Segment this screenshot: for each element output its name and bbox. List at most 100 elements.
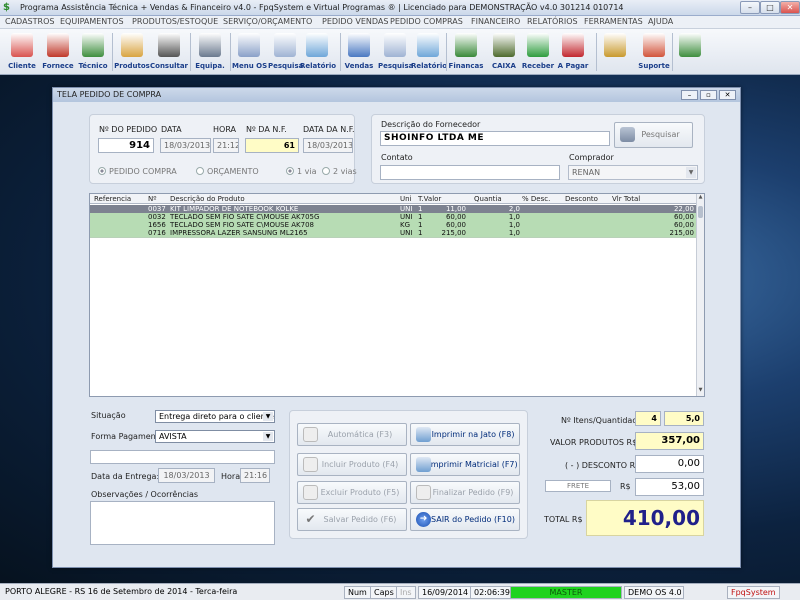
menu-equipamentos[interactable]: EQUIPAMENTOS <box>60 17 124 26</box>
client-person-icon <box>11 33 33 57</box>
toolbar-button-relat-rio[interactable]: Relatório <box>300 31 336 73</box>
col-desconto[interactable]: Desconto <box>565 195 598 203</box>
add-product-button[interactable]: Incluir Produto (F4) <box>297 453 407 476</box>
menu-ferramentas[interactable]: FERRAMENTAS <box>584 17 643 26</box>
toolbar-button-fornece[interactable]: Fornece <box>40 31 76 73</box>
observations-textarea[interactable] <box>90 501 275 545</box>
menu-relatorios[interactable]: RELATÓRIOS <box>527 17 578 26</box>
payment-method-label: Forma Pagamento <box>91 432 164 441</box>
toolbar-button-exit-door[interactable] <box>674 31 706 73</box>
toolbar-label: Vendas <box>344 62 374 70</box>
finish-order-label: Finalizar Pedido (F9) <box>432 488 514 497</box>
radio-pedido-compra[interactable]: PEDIDO COMPRA <box>98 167 177 176</box>
date-label: DATA <box>161 125 182 134</box>
remove-product-icon <box>303 485 318 500</box>
menu-servico-orcamento[interactable]: SERVIÇO/ORÇAMENTO <box>223 17 312 26</box>
cell-desc: IMPRESSORA LAZER SANSUNG ML2165 <box>170 229 308 237</box>
toolbar-label: Financas <box>448 62 484 70</box>
toolbar-button-pesquisa[interactable]: Pesquisa <box>268 31 303 73</box>
window-minimize-button[interactable]: – <box>681 90 698 100</box>
col-quantia[interactable]: Quantia <box>474 195 502 203</box>
close-button[interactable]: ✕ <box>780 1 800 14</box>
window-close-button[interactable]: ✕ <box>719 90 736 100</box>
exit-order-button[interactable]: ➜ SAIR do Pedido (F10) <box>410 508 520 531</box>
buyer-select[interactable]: RENAN ▼ <box>568 165 698 180</box>
col-perc-desc[interactable]: % Desc. <box>522 195 550 203</box>
col-t-valor[interactable]: T.Valor <box>418 195 441 203</box>
coin-icon <box>604 33 626 57</box>
toolbar-button-consultar[interactable]: Consultar <box>150 31 188 73</box>
quantity-total-field: 5,0 <box>664 411 704 426</box>
service-order-icon <box>238 33 260 57</box>
grid-vertical-scrollbar[interactable]: ▲ ▼ <box>696 194 704 396</box>
finish-order-button[interactable]: Finalizar Pedido (F9) <box>410 481 520 504</box>
menu-cadastros[interactable]: CADASTROS <box>5 17 54 26</box>
toolbar-button-a-pagar[interactable]: A Pagar <box>555 31 591 73</box>
menu-ajuda[interactable]: AJUDA <box>648 17 673 26</box>
app-title: Programa Assistência Técnica + Vendas & … <box>20 3 624 12</box>
products-value-label: VALOR PRODUTOS R$ <box>550 438 638 447</box>
toolbar-label: A Pagar <box>557 62 589 70</box>
order-number-label: Nº DO PEDIDO <box>99 125 158 134</box>
toolbar-button-equipa-[interactable]: Equipa. <box>192 31 228 73</box>
supplier-label: Descrição do Fornecedor <box>381 120 481 129</box>
payment-details-field[interactable] <box>90 450 275 464</box>
radio-1-via[interactable]: 1 via <box>286 167 317 176</box>
toolbar-button-cliente[interactable]: Cliente <box>4 31 40 73</box>
toolbar-button-suporte[interactable]: Suporte <box>638 31 670 73</box>
discount-field[interactable]: 0,00 <box>635 455 704 473</box>
invoice-date-field[interactable]: 18/03/2013 <box>303 138 353 153</box>
situation-select[interactable]: Entrega direto para o cliente ▼ <box>155 410 275 423</box>
menu-pedido-compras[interactable]: PEDIDO COMPRAS <box>390 17 463 26</box>
menu-financeiro[interactable]: FINANCEIRO <box>471 17 520 26</box>
search-supplier-button[interactable]: Pesquisar <box>614 122 693 148</box>
scroll-thumb[interactable] <box>698 206 703 218</box>
toolbar-button-financas[interactable]: Financas <box>448 31 484 73</box>
purchase-order-window: TELA PEDIDO DE COMPRA – ▫ ✕ Nº DO PEDIDO… <box>52 87 741 568</box>
window-restore-button[interactable]: ▫ <box>700 90 717 100</box>
invoice-number-field[interactable]: 61 <box>245 138 299 153</box>
payment-method-select[interactable]: AVISTA ▼ <box>155 430 275 443</box>
automatic-button[interactable]: Automática (F3) <box>297 423 407 446</box>
delivery-time-field[interactable]: 21:16 <box>240 468 270 483</box>
col-numero[interactable]: Nº <box>148 195 157 203</box>
time-label: HORA <box>213 125 237 134</box>
maximize-button[interactable]: □ <box>760 1 780 14</box>
order-number-field[interactable]: 914 <box>98 138 154 153</box>
contact-field[interactable] <box>380 165 560 180</box>
col-referencia[interactable]: Referencia <box>94 195 131 203</box>
scroll-down-icon[interactable]: ▼ <box>697 387 704 395</box>
toolbar-button-receber[interactable]: Receber <box>520 31 556 73</box>
freight-currency-label: R$ <box>620 482 631 491</box>
toolbar-button-coin[interactable] <box>598 31 632 73</box>
status-caps: Caps <box>370 586 398 599</box>
print-inkjet-button[interactable]: Imprimir na Jato (F8) <box>410 423 520 446</box>
toolbar-button-relat-rio[interactable]: Relatório <box>411 31 447 73</box>
scroll-up-icon[interactable]: ▲ <box>697 194 704 202</box>
toolbar-button-pesquisa[interactable]: Pesquisa <box>378 31 413 73</box>
exit-arrow-icon: ➜ <box>416 512 431 527</box>
print-dot-matrix-button[interactable]: Imprimir Matricial (F7) <box>410 453 520 476</box>
delivery-date-field[interactable]: 18/03/2013 <box>158 468 215 483</box>
col-vlr-total[interactable]: Vlr Total <box>612 195 640 203</box>
table-row[interactable]: 0716 IMPRESSORA LAZER SANSUNG ML2165 UNI 1 2… <box>90 229 696 238</box>
time-field[interactable]: 21:12 <box>213 138 239 153</box>
supplier-field[interactable]: SHOINFO LTDA ME <box>380 131 610 146</box>
radio-orcamento[interactable]: ORÇAMENTO <box>196 167 259 176</box>
toolbar-button-vendas[interactable]: Vendas <box>342 31 376 73</box>
col-uni[interactable]: Uni <box>400 195 412 203</box>
toolbar-button-caixa[interactable]: CAIXA <box>488 31 520 73</box>
menu-produtos-estoque[interactable]: PRODUTOS/ESTOQUE <box>132 17 218 26</box>
toolbar-button-menu-os[interactable]: Menu OS <box>232 31 267 73</box>
date-field[interactable]: 18/03/2013 <box>160 138 211 153</box>
minimize-button[interactable]: – <box>740 1 760 14</box>
freight-field[interactable]: 53,00 <box>635 478 704 496</box>
toolbar-button-produtos[interactable]: Produtos <box>114 31 150 73</box>
col-descricao[interactable]: Descrição do Produto <box>170 195 245 203</box>
toolbar-button-t-cnico[interactable]: Técnico <box>75 31 111 73</box>
remove-product-button[interactable]: Excluir Produto (F5) <box>297 481 407 504</box>
menu-pedido-vendas[interactable]: PEDIDO VENDAS <box>322 17 388 26</box>
status-time: 02:06:39 <box>470 586 514 599</box>
radio-2-vias[interactable]: 2 vias <box>322 167 357 176</box>
save-order-button[interactable]: ✔ Salvar Pedido (F6) <box>297 508 407 531</box>
